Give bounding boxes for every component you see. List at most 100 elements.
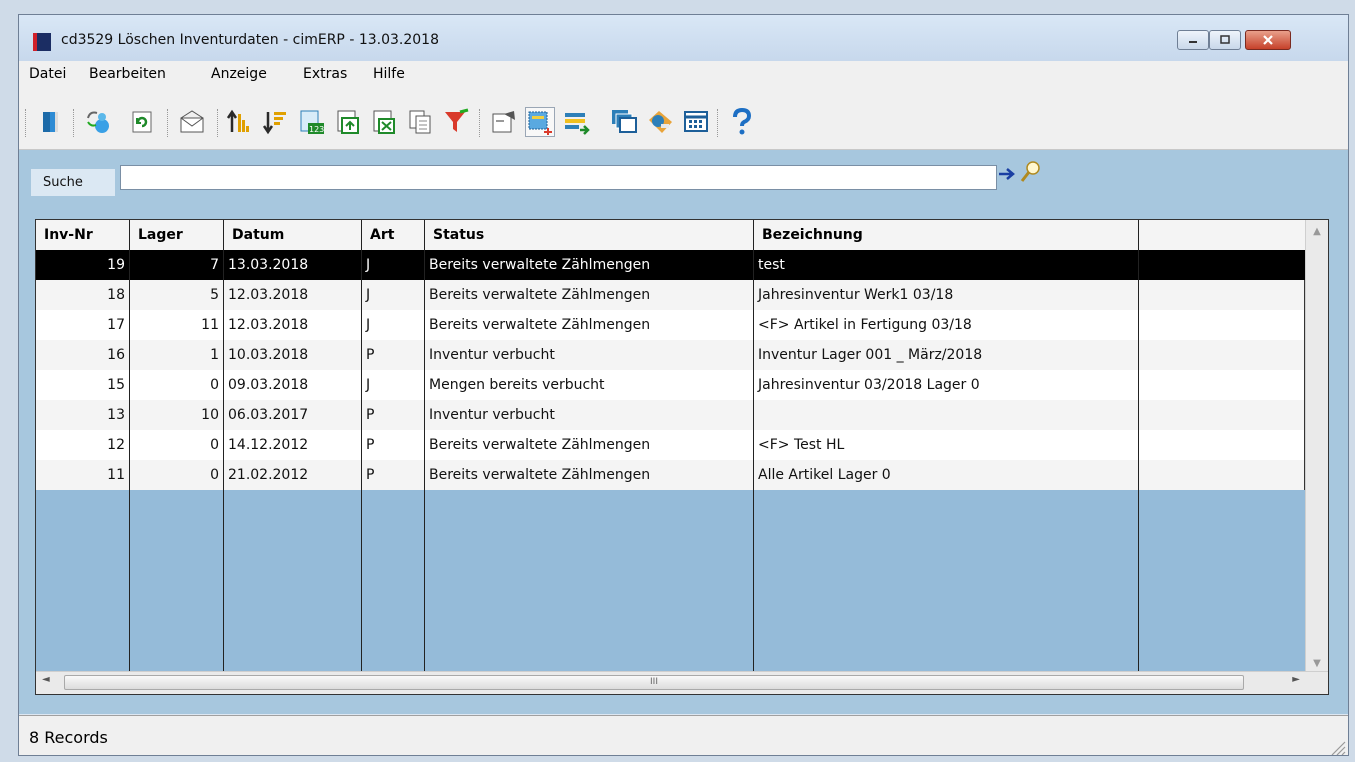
cell-datum: 14.12.2012 <box>224 430 362 460</box>
sort-ascending-button[interactable] <box>225 107 255 137</box>
cell-status: Bereits verwaltete Zählmengen <box>425 310 754 340</box>
grid-view-button[interactable] <box>681 107 711 137</box>
toolbar-separator <box>479 109 483 137</box>
scroll-left-arrow-icon[interactable]: ◄ <box>42 674 50 685</box>
column-divider <box>753 220 754 674</box>
menu-anzeige[interactable]: Anzeige <box>211 66 267 82</box>
menu-datei[interactable]: Datei <box>29 66 66 82</box>
col-header-datum[interactable]: Datum <box>224 220 362 250</box>
search-go-button[interactable] <box>997 163 1017 185</box>
sort-descending-icon <box>262 112 286 135</box>
vertical-scrollbar[interactable]: ▲ ▼ <box>1305 220 1328 674</box>
cell-bezeichnung: test <box>754 250 1139 280</box>
edit-card-button[interactable] <box>489 107 519 137</box>
table-row[interactable]: 18 5 12.03.2018 J Bereits verwaltete Zählmen… <box>36 280 1305 310</box>
filter-button[interactable] <box>441 107 471 137</box>
cell-datum: 06.03.2017 <box>224 400 362 430</box>
cell-empty <box>1139 280 1305 310</box>
menu-bearbeiten[interactable]: Bearbeiten <box>89 66 166 82</box>
filter-icon <box>445 108 469 132</box>
menu-hilfe[interactable]: Hilfe <box>373 66 405 82</box>
table-row[interactable]: 16 1 10.03.2018 P Inventur verbucht Inventur … <box>36 340 1305 370</box>
col-header-lager[interactable]: Lager <box>130 220 224 250</box>
excel-export-button[interactable] <box>369 107 399 137</box>
cell-empty <box>1139 430 1305 460</box>
copy-pages-icon <box>409 110 431 134</box>
col-header-invnr[interactable]: Inv-Nr <box>36 220 130 250</box>
copy-pages-button[interactable] <box>405 107 435 137</box>
cell-art: P <box>362 460 425 490</box>
cell-invnr: 12 <box>36 430 130 460</box>
cell-lager: 5 <box>130 280 224 310</box>
refresh-button[interactable] <box>127 107 157 137</box>
scroll-up-arrow-icon[interactable]: ▲ <box>1308 222 1326 240</box>
cell-lager: 0 <box>130 370 224 400</box>
cell-empty <box>1139 340 1305 370</box>
menu-bar: Datei Bearbeiten Anzeige Extras Hilfe <box>19 61 1348 89</box>
app-logo-icon <box>33 33 51 51</box>
column-divider <box>361 220 362 674</box>
user-refresh-button[interactable] <box>83 107 113 137</box>
sort-descending-button[interactable] <box>261 107 291 137</box>
title-bar[interactable]: cd3529 Löschen Inventurdaten - cimERP - … <box>19 15 1348 61</box>
close-button[interactable] <box>1245 30 1291 50</box>
col-header-bezeichnung[interactable]: Bezeichnung <box>754 220 1139 250</box>
search-label: Suche <box>31 169 115 196</box>
resize-grip-icon[interactable] <box>1328 738 1346 756</box>
exit-door-icon <box>43 112 58 132</box>
list-transfer-button[interactable] <box>561 107 591 137</box>
cell-bezeichnung: <F> Artikel in Fertigung 03/18 <box>754 310 1139 340</box>
toolbar: 123 <box>19 89 1348 150</box>
cell-art: J <box>362 250 425 280</box>
cell-status: Bereits verwaltete Zählmengen <box>425 430 754 460</box>
scroll-down-arrow-icon[interactable]: ▼ <box>1308 654 1326 672</box>
count-button[interactable]: 123 <box>297 107 327 137</box>
cell-empty <box>1139 250 1305 280</box>
user-refresh-icon <box>87 111 109 133</box>
cell-status: Bereits verwaltete Zählmengen <box>425 280 754 310</box>
table-row[interactable]: 19 7 13.03.2018 J Bereits verwaltete Zählmen… <box>36 250 1305 280</box>
arrow-right-icon <box>999 168 1015 180</box>
toolbar-separator <box>217 109 221 137</box>
horizontal-scrollbar[interactable]: ◄ III ► <box>36 671 1328 694</box>
table-row[interactable]: 11 0 21.02.2012 P Bereits verwaltete Zählmen… <box>36 460 1305 490</box>
cell-invnr: 11 <box>36 460 130 490</box>
table-row[interactable]: 13 10 06.03.2017 P Inventur verbucht <box>36 400 1305 430</box>
mail-button[interactable] <box>177 107 207 137</box>
table-row[interactable]: 12 0 14.12.2012 P Bereits verwaltete Zählmen… <box>36 430 1305 460</box>
cell-bezeichnung: Inventur Lager 001 _ März/2018 <box>754 340 1139 370</box>
scroll-right-arrow-icon[interactable]: ► <box>1292 674 1300 685</box>
table-row[interactable]: 15 0 09.03.2018 J Mengen bereits verbucht Jah… <box>36 370 1305 400</box>
help-button[interactable] <box>727 107 757 137</box>
excel-export-icon <box>373 110 395 134</box>
windows-stack-button[interactable] <box>609 107 639 137</box>
edit-card-icon <box>492 111 515 133</box>
minimize-button[interactable] <box>1177 30 1209 50</box>
exit-button[interactable] <box>36 107 66 137</box>
cell-empty <box>1139 460 1305 490</box>
close-icon <box>1263 35 1273 45</box>
cell-invnr: 17 <box>36 310 130 340</box>
cell-invnr: 19 <box>36 250 130 280</box>
col-header-status[interactable]: Status <box>425 220 754 250</box>
cell-art: P <box>362 430 425 460</box>
search-input[interactable] <box>120 165 997 190</box>
record-count: 8 Records <box>29 728 108 747</box>
cell-lager: 1 <box>130 340 224 370</box>
inventory-table: Inv-Nr Lager Datum Art Status Bezeichnun… <box>35 219 1329 695</box>
cell-status: Bereits verwaltete Zählmengen <box>425 250 754 280</box>
cell-invnr: 18 <box>36 280 130 310</box>
table-row[interactable]: 17 11 12.03.2018 J Bereits verwaltete Zählme… <box>36 310 1305 340</box>
cell-status: Mengen bereits verbucht <box>425 370 754 400</box>
label-tag-button[interactable] <box>645 107 675 137</box>
cell-empty <box>1139 370 1305 400</box>
new-record-button[interactable] <box>525 107 555 137</box>
col-header-art[interactable]: Art <box>362 220 425 250</box>
maximize-button[interactable] <box>1209 30 1241 50</box>
menu-extras[interactable]: Extras <box>303 66 347 82</box>
list-transfer-icon <box>565 113 590 135</box>
search-find-button[interactable] <box>1019 160 1041 184</box>
horizontal-scroll-thumb[interactable]: III <box>64 675 1244 690</box>
cell-lager: 0 <box>130 460 224 490</box>
export-button[interactable] <box>333 107 363 137</box>
